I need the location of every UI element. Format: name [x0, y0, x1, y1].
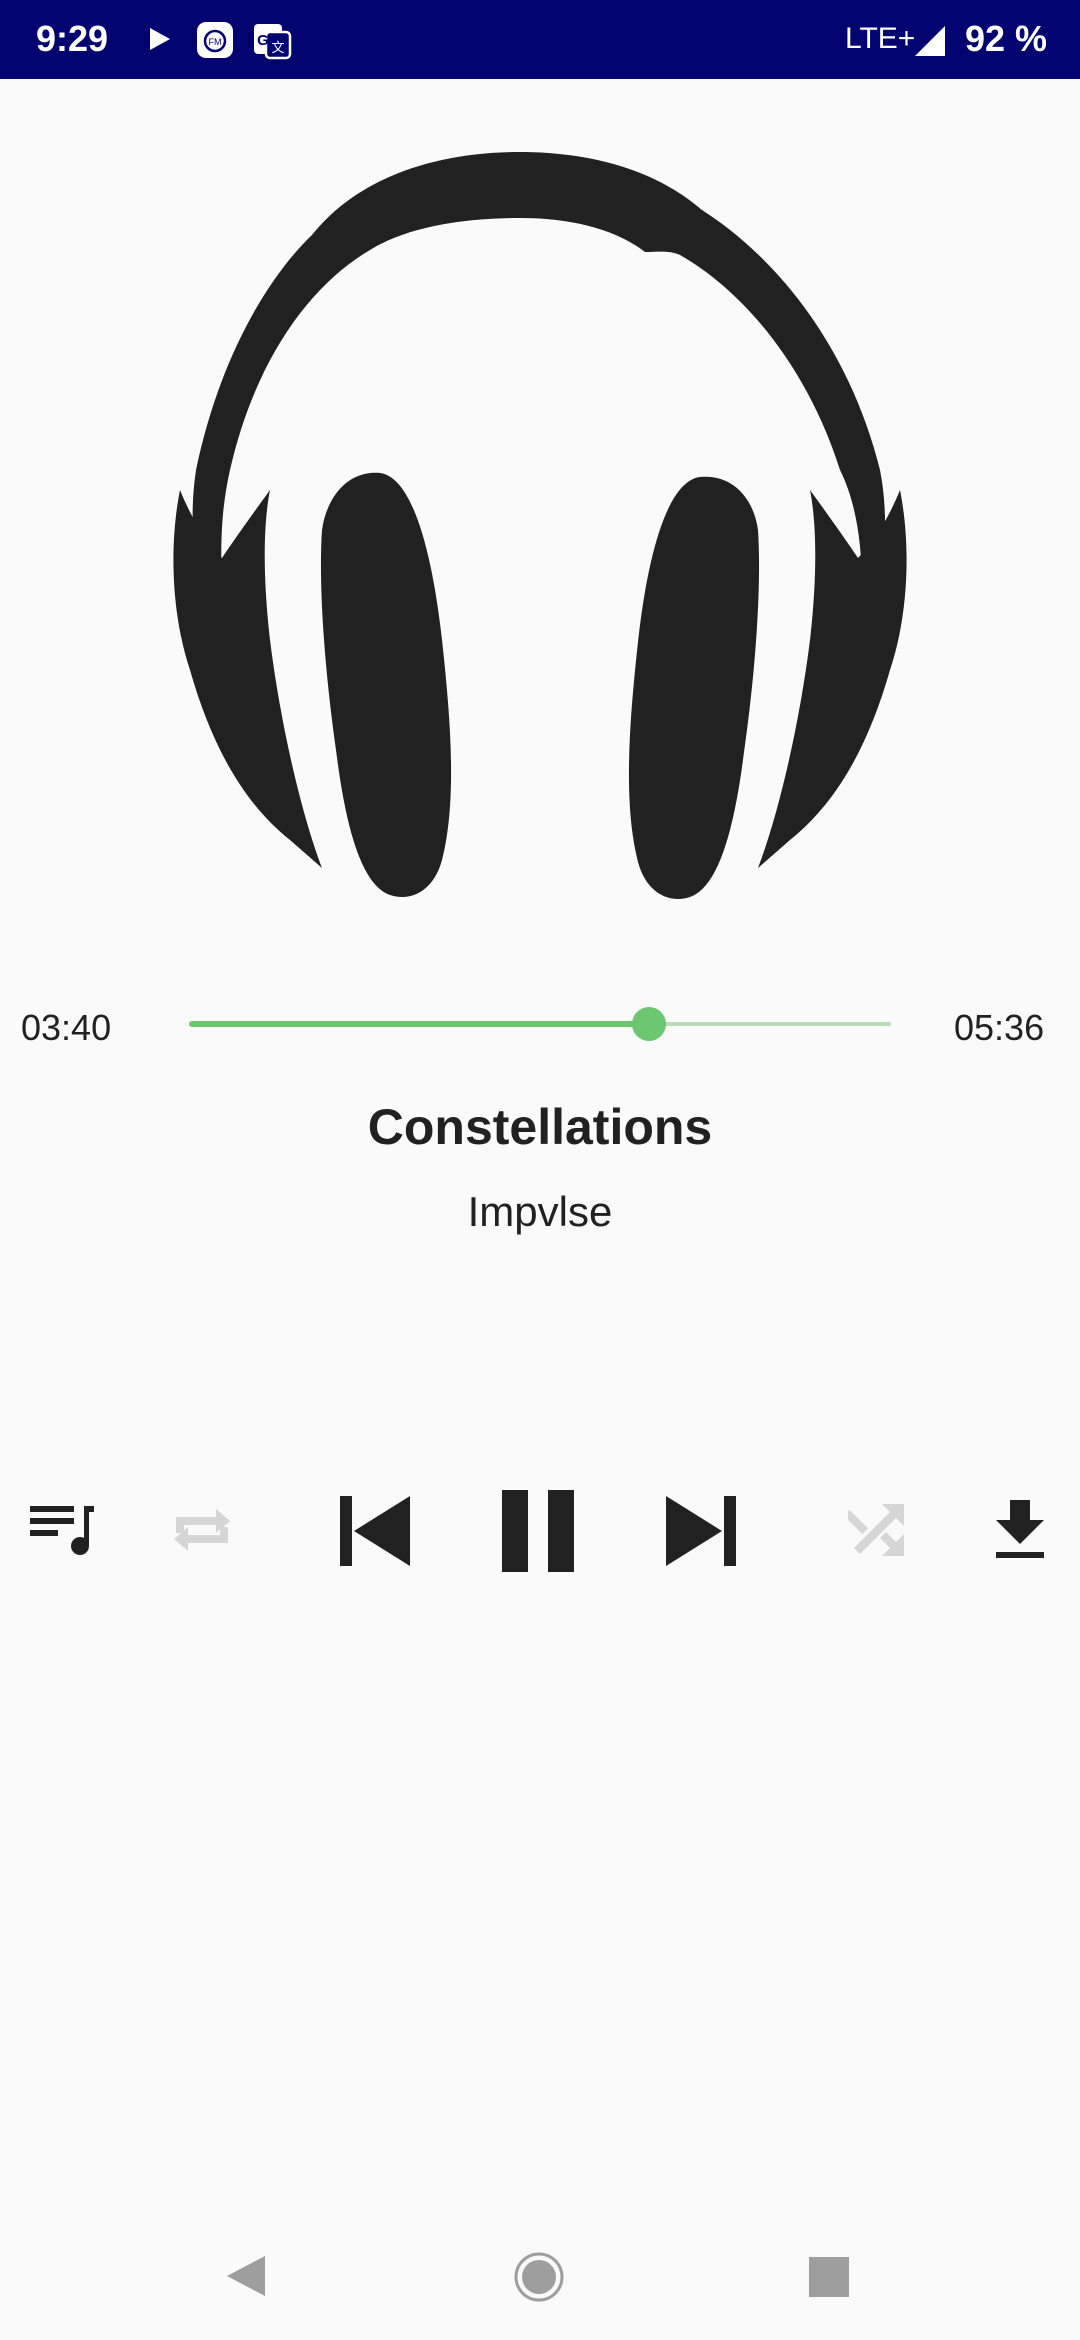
skip-previous-icon: [340, 1496, 410, 1566]
nav-recents-button[interactable]: [808, 2256, 850, 2303]
home-circle-icon: [514, 2252, 564, 2302]
nav-home-button[interactable]: [514, 2252, 564, 2307]
svg-text:G: G: [257, 32, 269, 49]
current-time: 03:40: [21, 1007, 112, 1048]
nav-back-button[interactable]: [225, 2254, 267, 2303]
pause-button[interactable]: [500, 1488, 576, 1574]
repeat-button[interactable]: [170, 1497, 234, 1563]
album-artwork: [150, 140, 930, 920]
download-button[interactable]: [994, 1498, 1046, 1560]
skip-next-icon: [666, 1496, 736, 1566]
seek-thumb[interactable]: [631, 1007, 666, 1041]
status-time: 9:29: [36, 18, 109, 59]
seek-bar[interactable]: [189, 1007, 891, 1041]
network-type: LTE+: [845, 22, 916, 55]
headphones-icon: [173, 152, 907, 899]
seek-progress: [189, 1021, 649, 1027]
status-bar: 9:29 FM G 文 LTE+ 92 %: [0, 0, 1080, 79]
svg-text:文: 文: [271, 40, 284, 55]
battery-level: 92 %: [965, 18, 1048, 59]
play-notification-icon: [148, 20, 172, 63]
shuffle-button[interactable]: [848, 1500, 908, 1560]
radio-app-icon: FM: [195, 20, 235, 65]
previous-button[interactable]: [338, 1494, 412, 1568]
player-screen: 9:29 FM G 文 LTE+ 92 % 03:40 05:36 Conste…: [0, 0, 1080, 2340]
pause-icon: [502, 1490, 574, 1572]
signal-icon: [913, 24, 947, 63]
next-button[interactable]: [664, 1494, 738, 1568]
playlist-icon: [30, 1506, 94, 1555]
shuffle-icon: [848, 1504, 904, 1556]
download-icon: [996, 1500, 1044, 1558]
queue-button[interactable]: [28, 1500, 96, 1560]
track-artist: Impvlse: [467, 1188, 613, 1235]
svg-text:FM: FM: [209, 37, 222, 47]
repeat-icon: [174, 1509, 230, 1551]
total-time: 05:36: [954, 1007, 1045, 1048]
track-title: Constellations: [367, 1099, 713, 1155]
translate-icon: G 文: [252, 20, 292, 65]
recents-square-icon: [809, 2257, 849, 2297]
back-triangle-icon: [227, 2256, 265, 2296]
